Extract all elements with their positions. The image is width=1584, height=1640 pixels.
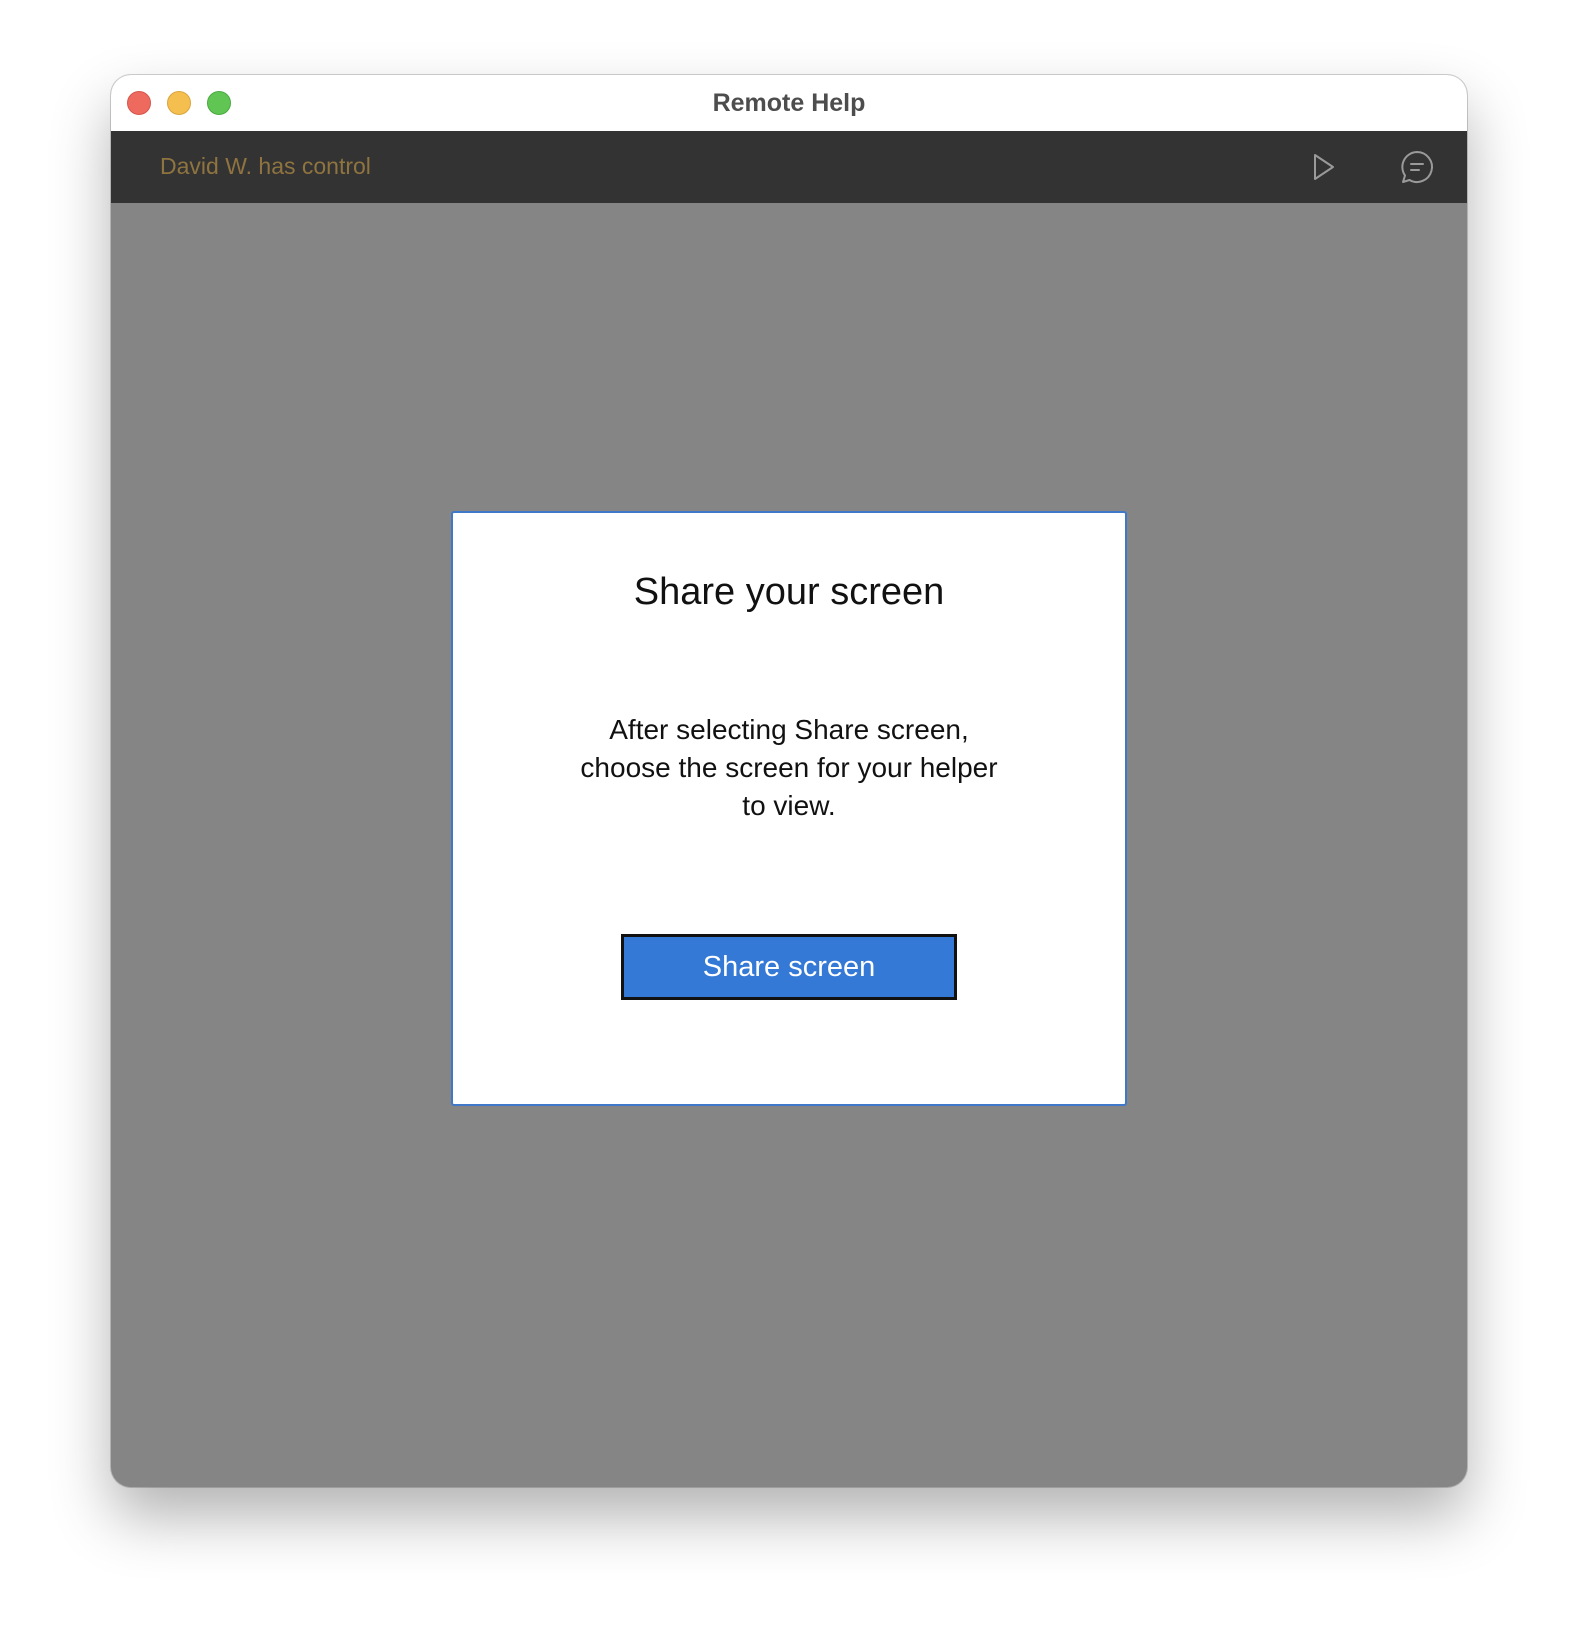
session-toolbar: David W. has control — [111, 131, 1467, 203]
dialog-message: After selecting Share screen, choose the… — [561, 711, 1017, 825]
dialog-message-line: to view. — [742, 790, 836, 821]
dialog-title: Share your screen — [633, 571, 945, 613]
play-button[interactable] — [1302, 145, 1346, 189]
share-screen-dialog: Share your screen After selecting Share … — [451, 511, 1127, 1106]
chat-button[interactable] — [1395, 145, 1439, 189]
play-icon — [1314, 154, 1334, 180]
window-title: Remote Help — [712, 89, 866, 117]
dialog-message-line: After selecting Share screen, — [609, 714, 969, 745]
dialog-message-line: choose the screen for your helper — [580, 752, 998, 783]
remote-help-window: Remote Help David W. has control Share y… — [111, 75, 1467, 1487]
title-bar[interactable]: Remote Help — [111, 75, 1467, 131]
chat-bubble-icon — [1401, 151, 1433, 183]
control-status-text: David W. has control — [160, 153, 371, 179]
share-screen-button[interactable]: Share screen — [621, 934, 957, 1000]
